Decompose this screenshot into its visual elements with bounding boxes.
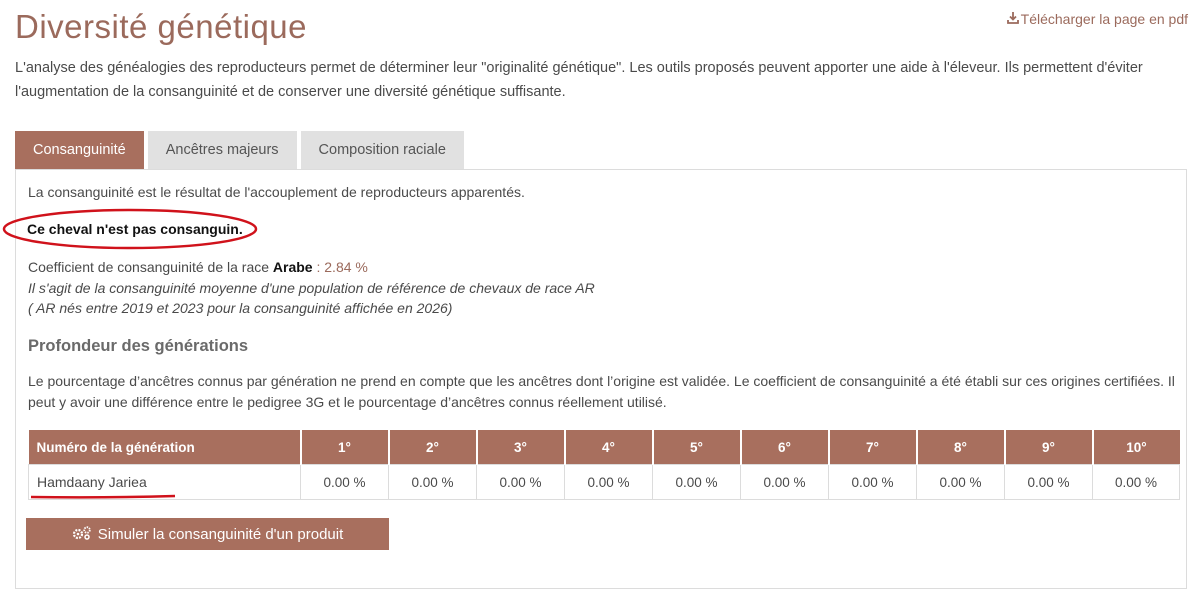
coef-note-line2: ( AR nés entre 2019 et 2023 pour la cons… (28, 300, 453, 316)
download-icon (1006, 11, 1019, 27)
tab-bar: Consanguinité Ancêtres majeurs Compositi… (15, 131, 468, 169)
table-cell: 0.00 % (1004, 464, 1093, 500)
tab-composition-raciale[interactable]: Composition raciale (300, 131, 464, 169)
column-header: 10° (1092, 430, 1180, 465)
column-header: 4° (564, 430, 654, 465)
simulate-consanguinity-button[interactable]: Simuler la consanguinité d'un produit (26, 518, 389, 550)
breed-name: Arabe (272, 259, 313, 275)
table-cell: 0.00 % (564, 464, 653, 500)
tab-ancetres-majeurs[interactable]: Ancêtres majeurs (147, 131, 297, 169)
download-pdf-link[interactable]: Télécharger la page en pdf (1006, 11, 1188, 27)
breed-coefficient: Coefficient de consanguinité de la race … (28, 259, 368, 275)
column-header: 1° (300, 430, 390, 465)
column-header: 6° (740, 430, 830, 465)
depth-description: Le pourcentage d’ancêtres connus par gén… (28, 373, 1175, 410)
column-header: 3° (476, 430, 566, 465)
table-row: Hamdaany Jariea 0.00 % 0.00 % 0.00 % 0.0… (28, 464, 1180, 500)
generation-table: Numéro de la génération 1° 2° 3° 4° 5° 6… (28, 430, 1180, 500)
table-cell: 0.00 % (1092, 464, 1180, 500)
table-cell: 0.00 % (652, 464, 741, 500)
table-cell: 0.00 % (476, 464, 565, 500)
table-cell: 0.00 % (828, 464, 917, 500)
intro-text: L'analyse des généalogies des reproducte… (15, 60, 1143, 100)
section-heading: Profondeur des générations (28, 337, 249, 355)
table-header-row: Numéro de la génération 1° 2° 3° 4° 5° 6… (28, 430, 1180, 465)
column-header: 2° (388, 430, 478, 465)
simulate-label: Simuler la consanguinité d'un produit (97, 525, 344, 543)
coef-note-line1: Il s'agit de la consanguinité moyenne d'… (28, 280, 595, 296)
coef-label: Coefficient de consanguinité de la race (28, 259, 270, 275)
column-header: 7° (828, 430, 918, 465)
annotation-underline (30, 494, 176, 499)
consanguinity-definition: La consanguinité est le résultat de l'ac… (28, 184, 525, 200)
gears-icon (72, 525, 92, 543)
table-cell: 0.00 % (300, 464, 389, 500)
coef-value: : 2.84 % (316, 259, 368, 275)
page-title: Diversité génétique (15, 8, 307, 45)
column-header-generation: Numéro de la génération (28, 430, 302, 465)
table-cell: 0.00 % (388, 464, 477, 500)
column-header: 8° (916, 430, 1006, 465)
download-pdf-label: Télécharger la page en pdf (1020, 11, 1188, 27)
column-header: 9° (1004, 430, 1094, 465)
table-cell: 0.00 % (916, 464, 1005, 500)
consanguinity-verdict: Ce cheval n'est pas consanguin. (27, 221, 243, 237)
column-header: 5° (652, 430, 742, 465)
tab-consanguinite[interactable]: Consanguinité (15, 131, 144, 169)
table-cell: 0.00 % (740, 464, 829, 500)
